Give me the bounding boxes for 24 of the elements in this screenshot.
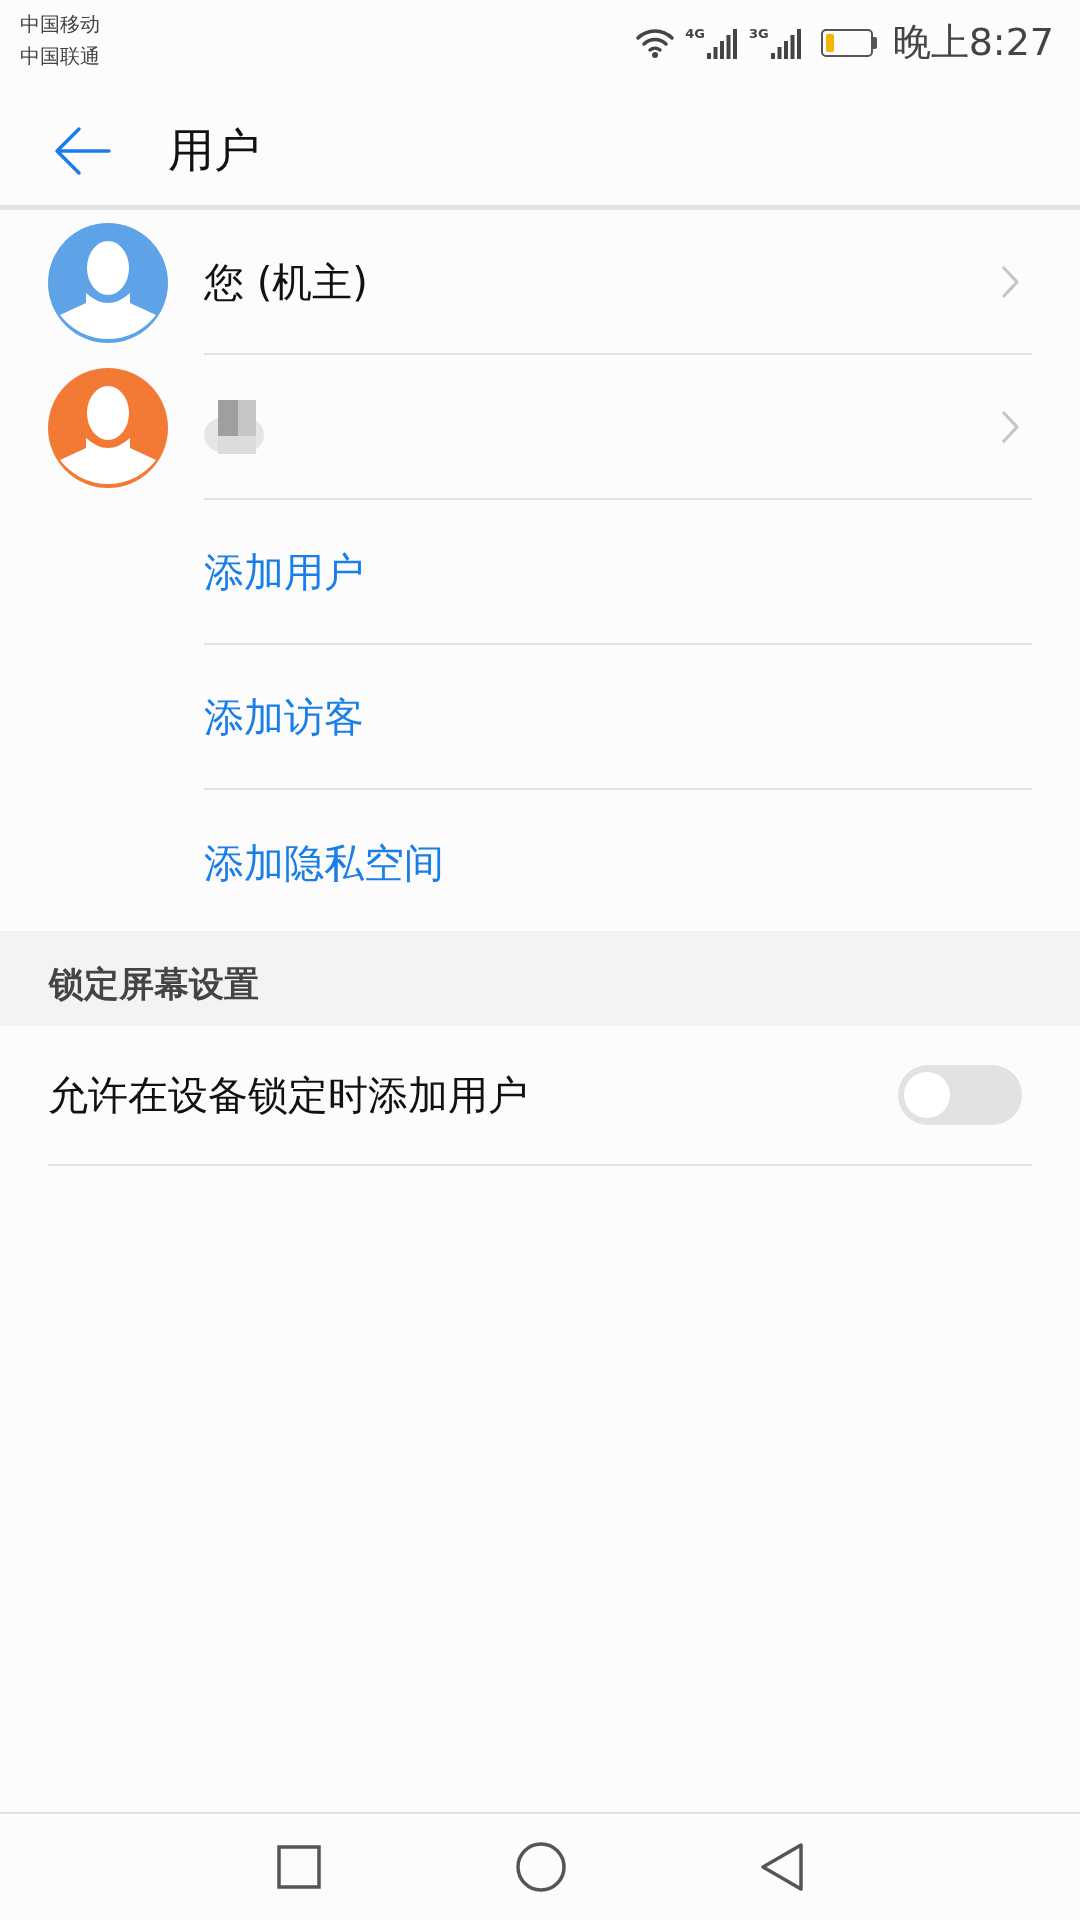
toggle-switch[interactable] — [898, 1065, 1022, 1125]
add-link[interactable]: 添加隐私空间 — [204, 832, 444, 893]
user-name: 您 (机主) — [204, 257, 368, 307]
signal-icon — [704, 26, 739, 59]
user-item[interactable]: 您 (机主) — [0, 210, 1080, 355]
carrier-name: 中国联通 — [20, 43, 100, 70]
add-link[interactable]: 添加访客 — [204, 686, 364, 747]
add-link[interactable]: 添加用户 — [204, 541, 364, 602]
signal-icon — [768, 26, 803, 59]
back-nav-button[interactable] — [759, 1841, 805, 1893]
back-arrow-icon — [53, 125, 111, 176]
chevron-icon — [1000, 408, 1020, 445]
carrier-name: 中国移动 — [20, 11, 100, 38]
recents-button[interactable] — [275, 1843, 323, 1891]
home-button[interactable] — [515, 1841, 567, 1893]
network-type: 3G — [748, 26, 769, 41]
wifi-icon — [635, 26, 676, 59]
network-type: 4G — [685, 26, 705, 41]
chevron-icon — [1000, 263, 1020, 300]
clock-time: 晚上8:27 — [892, 19, 1054, 66]
battery-icon — [820, 28, 877, 57]
page-title: 用户 — [168, 122, 260, 179]
setting-label: 允许在设备锁定时添加用户 — [48, 1071, 528, 1120]
section-header: 锁定屏幕设置 — [0, 931, 1080, 1026]
